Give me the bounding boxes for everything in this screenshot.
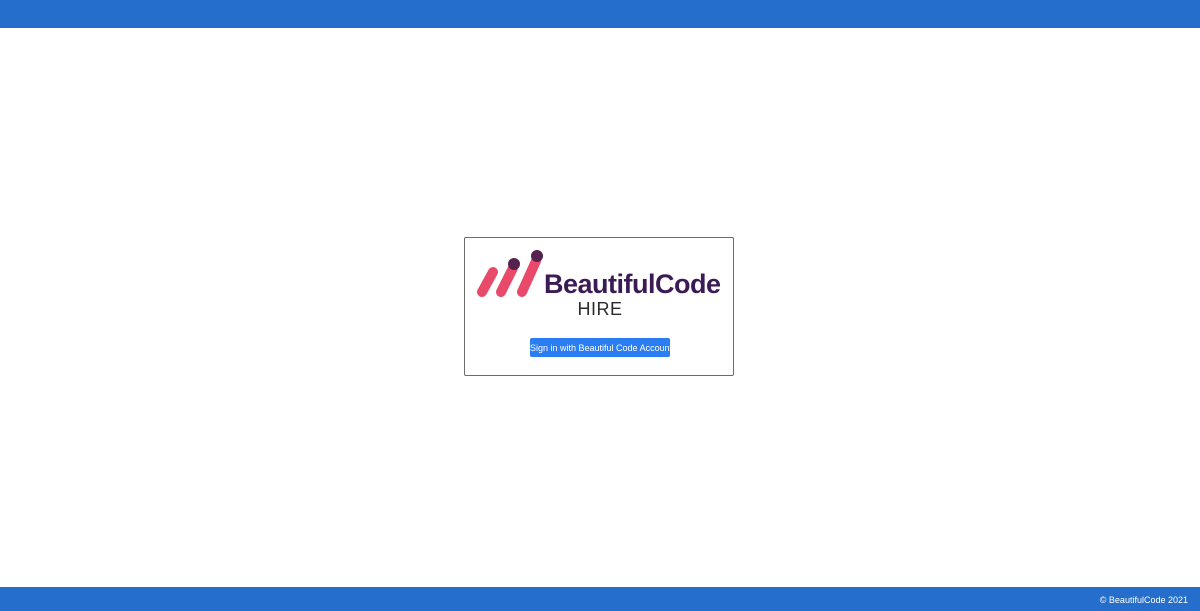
signin-button[interactable]: Sign in with Beautiful Code Account (530, 338, 672, 357)
beautifulcode-bars-icon (477, 250, 543, 297)
product-title: HIRE (577, 299, 623, 319)
brand-wordmark: BeautifulCode (544, 269, 721, 299)
brand-logo: BeautifulCode (477, 248, 727, 299)
footer-copyright: © BeautifulCode 2021 (1099, 595, 1188, 605)
login-card: BeautifulCode HIRE Sign in with Beautifu… (464, 237, 734, 376)
top-header-bar (0, 0, 1200, 28)
footer-bar: © BeautifulCode 2021 (0, 587, 1200, 611)
